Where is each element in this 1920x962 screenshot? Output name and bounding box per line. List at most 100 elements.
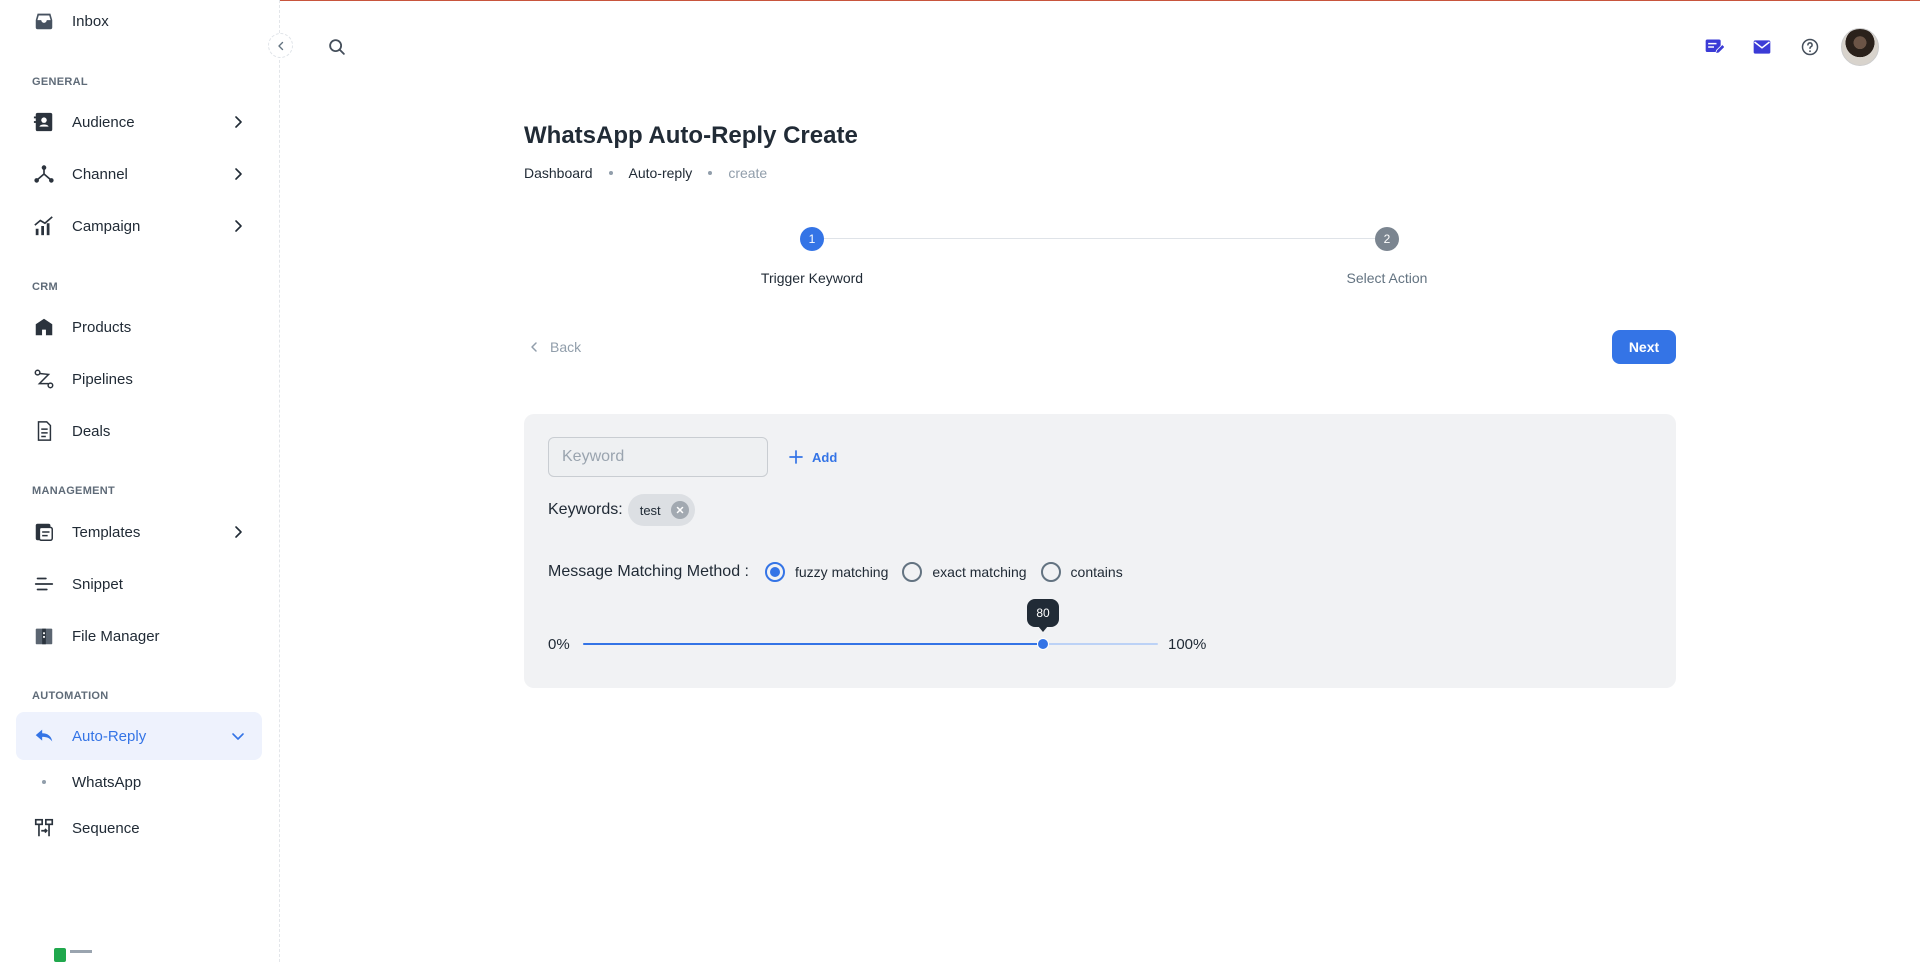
keyword-input[interactable] bbox=[548, 437, 768, 477]
keyword-chip-label: test bbox=[639, 502, 661, 518]
sidebar-item-label: Campaign bbox=[72, 217, 141, 235]
sidebar-item-snippet[interactable]: Snippet bbox=[16, 560, 262, 608]
trigger-keyword-card: Add Keywords: test Message Matching Meth… bbox=[524, 414, 1676, 688]
back-button[interactable]: Back bbox=[528, 334, 581, 360]
reply-icon bbox=[32, 724, 56, 748]
channel-icon bbox=[32, 162, 56, 186]
sidebar-item-label: Inbox bbox=[72, 12, 109, 30]
radio-exact-matching[interactable]: exact matching bbox=[902, 562, 1027, 582]
slider-thumb[interactable] bbox=[1037, 638, 1049, 650]
sidebar-item-label: Products bbox=[72, 318, 132, 336]
document-icon bbox=[32, 419, 56, 443]
slider-max-label: 100% bbox=[1168, 636, 1207, 653]
section-title-automation: AUTOMATION bbox=[32, 690, 109, 702]
back-button-label: Back bbox=[550, 339, 582, 355]
keywords-row: Keywords: test bbox=[548, 494, 695, 526]
step-1-label: Trigger Keyword bbox=[760, 270, 864, 286]
page-title: WhatsApp Auto-Reply Create bbox=[524, 122, 858, 149]
chevron-right-icon bbox=[235, 116, 242, 128]
radio-contains[interactable]: contains bbox=[1040, 562, 1123, 582]
bullet-dot bbox=[42, 780, 46, 784]
sidebar-item-label: Audience bbox=[72, 113, 135, 131]
inbox-icon bbox=[32, 9, 56, 33]
search-icon bbox=[329, 39, 345, 55]
chevron-right-icon bbox=[235, 168, 242, 180]
search-button[interactable] bbox=[326, 36, 350, 60]
match-threshold-slider-row: 0% 80 100% bbox=[548, 599, 1248, 656]
sidebar-subitem-label: WhatsApp bbox=[72, 773, 142, 791]
keyword-chip: test bbox=[627, 494, 695, 526]
archive-icon bbox=[32, 624, 56, 648]
sidebar-item-label: Sequence bbox=[72, 819, 140, 837]
close-icon bbox=[676, 506, 683, 514]
help-button[interactable] bbox=[1799, 36, 1821, 58]
slider-value-tooltip: 80 bbox=[1027, 599, 1059, 632]
sidebar-subitem-whatsapp[interactable]: WhatsApp bbox=[16, 762, 262, 802]
next-button[interactable]: Next bbox=[1612, 330, 1676, 364]
section-title-general: GENERAL bbox=[32, 76, 88, 88]
add-keyword-label: Add bbox=[812, 449, 838, 465]
keyword-remove-button[interactable] bbox=[670, 501, 689, 519]
section-title-crm: CRM bbox=[32, 281, 58, 293]
slider-track[interactable]: 80 bbox=[583, 599, 1158, 650]
breadcrumb-dashboard[interactable]: Dashboard bbox=[524, 165, 593, 181]
step-2-indicator: 2 bbox=[1375, 227, 1399, 251]
sidebar-item-label: Snippet bbox=[72, 575, 123, 593]
contact-card-icon bbox=[32, 110, 56, 134]
sidebar-item-products[interactable]: Products bbox=[16, 303, 262, 351]
breadcrumb-auto-reply[interactable]: Auto-reply bbox=[629, 165, 693, 181]
sidebar-footer-graphic bbox=[54, 948, 92, 962]
matching-method-label: Message Matching Method : bbox=[548, 563, 749, 580]
compose-button[interactable] bbox=[1703, 36, 1725, 58]
radio-label: exact matching bbox=[932, 564, 1027, 580]
radio-fuzzy-matching[interactable]: fuzzy matching bbox=[765, 562, 888, 582]
sidebar-item-auto-reply[interactable]: Auto-Reply bbox=[16, 712, 262, 760]
step-1-indicator: 1 bbox=[800, 227, 824, 251]
sidebar-item-channel[interactable]: Channel bbox=[16, 150, 262, 198]
sidebar-item-pipelines[interactable]: Pipelines bbox=[16, 355, 262, 403]
chevron-left-icon bbox=[531, 342, 537, 352]
chevron-right-icon bbox=[235, 220, 242, 232]
add-keyword-button[interactable]: Add bbox=[788, 446, 837, 468]
sidebar-item-label: Auto-Reply bbox=[72, 727, 147, 745]
sidebar-item-label: Templates bbox=[72, 523, 141, 541]
breadcrumb-separator bbox=[608, 171, 613, 175]
chevron-left-icon bbox=[277, 41, 283, 50]
sidebar-item-deals[interactable]: Deals bbox=[16, 407, 262, 455]
step-2-label: Select Action bbox=[1346, 270, 1428, 286]
sidebar-item-file-manager[interactable]: File Manager bbox=[16, 612, 262, 660]
plus-icon bbox=[789, 450, 803, 464]
mail-button[interactable] bbox=[1751, 36, 1773, 58]
templates-icon bbox=[32, 520, 56, 544]
sequence-icon bbox=[32, 816, 56, 840]
sidebar-collapse-button[interactable] bbox=[268, 33, 293, 58]
breadcrumb-create: create bbox=[728, 165, 768, 181]
matching-method-row: Message Matching Method : fuzzy matching… bbox=[548, 560, 1137, 584]
chevron-down-icon bbox=[232, 733, 244, 740]
sidebar-item-label: File Manager bbox=[72, 627, 160, 645]
radio-indicator[interactable] bbox=[1040, 562, 1061, 582]
store-icon bbox=[32, 315, 56, 339]
sidebar-item-inbox[interactable]: Inbox bbox=[16, 0, 262, 45]
align-left-icon bbox=[32, 572, 56, 596]
radio-label: fuzzy matching bbox=[795, 564, 889, 580]
sidebar-item-campaign[interactable]: Campaign bbox=[16, 202, 262, 250]
stepper-connector bbox=[812, 238, 1386, 239]
sidebar-item-sequence[interactable]: Sequence bbox=[16, 804, 262, 852]
sidebar-item-audience[interactable]: Audience bbox=[16, 98, 262, 146]
breadcrumb: Dashboard Auto-reply create bbox=[524, 165, 767, 181]
top-border bbox=[0, 0, 1920, 1]
compose-icon bbox=[1705, 39, 1724, 55]
sidebar-item-label: Pipelines bbox=[72, 370, 133, 388]
breadcrumb-separator bbox=[708, 171, 713, 175]
avatar[interactable] bbox=[1841, 28, 1879, 66]
chart-growth-icon bbox=[32, 214, 56, 238]
sidebar-item-label: Channel bbox=[72, 165, 128, 183]
radio-indicator[interactable] bbox=[902, 562, 923, 582]
section-title-management: MANAGEMENT bbox=[32, 485, 116, 497]
slider-min-label: 0% bbox=[548, 636, 570, 653]
help-icon bbox=[1801, 38, 1819, 56]
keywords-label: Keywords: bbox=[548, 501, 623, 518]
radio-indicator[interactable] bbox=[765, 562, 785, 582]
sidebar-item-templates[interactable]: Templates bbox=[16, 508, 262, 556]
